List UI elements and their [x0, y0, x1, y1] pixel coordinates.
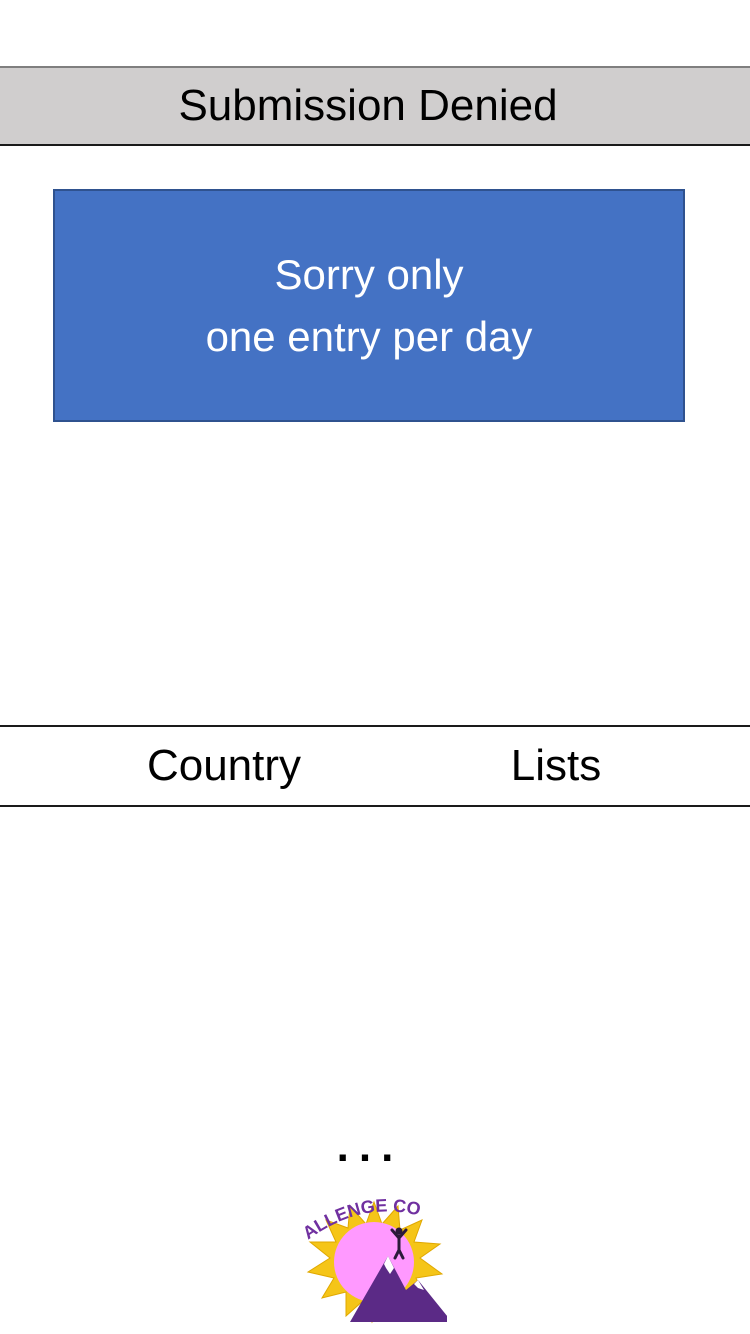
bottom-nav-bar: Country Lists: [0, 725, 750, 807]
message-line-1: Sorry only: [274, 250, 464, 298]
submission-denied-screen: Submission Denied Sorry only one entry p…: [0, 0, 750, 1334]
message-line-2: one entry per day: [205, 312, 533, 360]
challenge-co-logo: ALLENGE CO: [302, 1194, 447, 1326]
title-bar: Submission Denied: [0, 66, 750, 146]
denied-message-box: Sorry only one entry per day: [53, 189, 685, 422]
page-title: Submission Denied: [178, 81, 558, 130]
nav-lists-button[interactable]: Lists: [430, 727, 682, 805]
nav-country-button[interactable]: Country: [96, 727, 352, 805]
more-button[interactable]: ...: [325, 1122, 415, 1172]
